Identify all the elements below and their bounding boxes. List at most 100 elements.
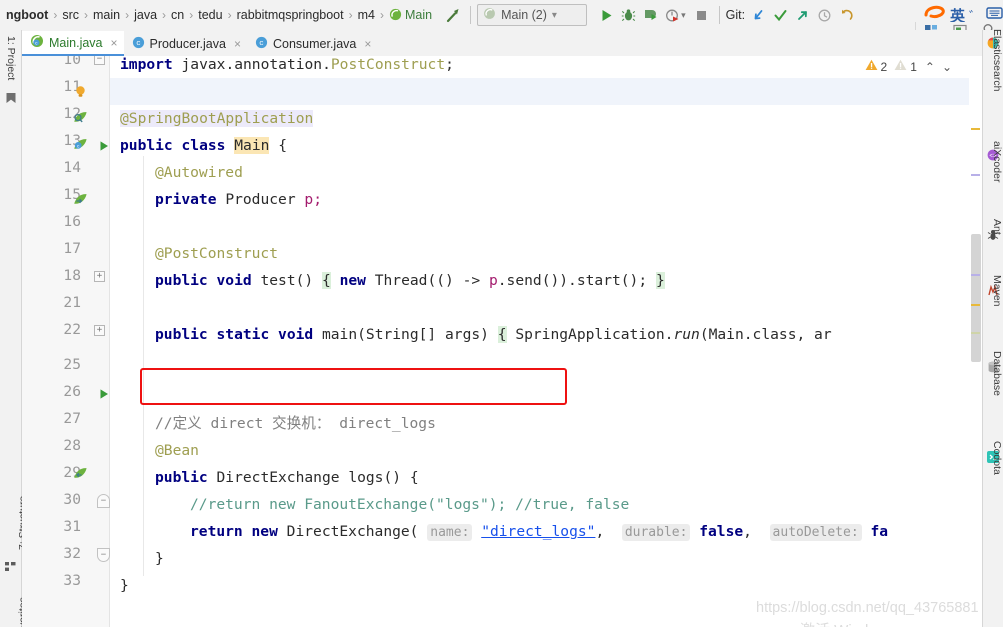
breadcrumb-item-main[interactable]: main <box>89 8 124 22</box>
token-public: public <box>155 469 208 486</box>
tab-consumer-java[interactable]: c Consumer.java × <box>247 31 377 56</box>
token-run-method: run <box>673 326 700 343</box>
chevron-up-icon[interactable]: ⌃ <box>925 60 935 74</box>
git-history-button[interactable] <box>813 4 835 26</box>
svg-text:c: c <box>77 145 80 150</box>
chevron-down-icon[interactable]: ▾ <box>552 10 557 21</box>
git-label: Git: <box>725 8 746 22</box>
git-commit-button[interactable] <box>769 4 791 26</box>
tab-label: Producer.java <box>149 36 226 51</box>
scrollbar-thumb[interactable] <box>971 234 981 362</box>
right-tool-maven[interactable]: Maven <box>991 275 1003 307</box>
editor-scrollbar[interactable] <box>969 56 982 627</box>
right-tool-window-bar: Elasticsearch <> aiXcoder Ant Maven Data… <box>982 29 1003 627</box>
right-tool-elasticsearch[interactable]: Elasticsearch <box>991 29 1003 91</box>
breadcrumb: ngboot › src › main › java › cn › tedu ›… <box>0 0 436 30</box>
token-package: javax.annotation. <box>181 56 331 73</box>
run-with-coverage-button[interactable] <box>639 4 661 26</box>
code-line-13: public class Main { <box>120 132 287 159</box>
spring-bean-method-gutter-icon[interactable] <box>72 466 88 487</box>
token-class-name: Main <box>234 137 270 154</box>
fold-region-end[interactable]: − <box>97 548 110 562</box>
code-editor[interactable]: 10 11 12 13 14 15 16 17 18 21 22 25 26 2… <box>22 56 982 627</box>
intention-bulb-icon[interactable] <box>74 85 87 104</box>
line-number: 21 <box>63 294 81 311</box>
watermark-activate-windows: 激活 Windows <box>800 619 895 627</box>
run-configuration-label: Main (2) <box>501 8 547 22</box>
git-push-button[interactable] <box>791 4 813 26</box>
breadcrumb-item-cn[interactable]: cn <box>167 8 188 22</box>
token-class-close-brace: } <box>120 577 129 594</box>
inspection-status[interactable]: 2 1 ⌃ ⌄ <box>865 59 952 74</box>
breadcrumb-item-rabbitmqspringboot[interactable]: rabbitmqspringboot <box>233 8 348 22</box>
breadcrumb-item-m4[interactable]: m4 <box>354 8 379 22</box>
right-tool-database[interactable]: Database <box>991 351 1003 396</box>
profile-button[interactable] <box>661 4 683 26</box>
code-line-18: public void test() { new Thread(() -> p.… <box>155 267 665 294</box>
code-line-32: } <box>120 572 129 599</box>
line-number: 30 <box>63 491 81 508</box>
code-line-12: @SpringBootApplication <box>120 105 314 132</box>
weak-warning-count: 1 <box>910 59 917 74</box>
tab-main-java[interactable]: c Main.java × <box>22 31 124 56</box>
right-tool-ant[interactable]: Ant <box>991 219 1003 240</box>
editor-gutter[interactable]: 10 11 12 13 14 15 16 17 18 21 22 25 26 2… <box>22 56 110 627</box>
token-new: new <box>339 272 366 289</box>
token-type-producer: Producer <box>225 191 296 208</box>
run-main-gutter-icon[interactable] <box>98 387 110 405</box>
spring-bean-gutter-icon[interactable] <box>72 110 88 131</box>
close-icon[interactable]: × <box>111 36 118 50</box>
spring-config-gutter-icon[interactable]: c <box>72 137 88 158</box>
code-content[interactable]: import javax.annotation.PostConstruct; @… <box>110 56 982 627</box>
scrollbar-marker-info[interactable] <box>971 274 980 276</box>
breadcrumb-item-tedu[interactable]: tedu <box>194 8 226 22</box>
git-rollback-button[interactable] <box>835 4 857 26</box>
line-number: 11 <box>63 78 81 95</box>
editor-tabs: c Main.java × c Producer.java × c Consum… <box>22 30 982 56</box>
run-class-gutter-icon[interactable] <box>98 139 110 157</box>
token-static: static <box>216 326 270 343</box>
spring-autowired-gutter-icon[interactable] <box>72 192 88 213</box>
close-icon[interactable]: × <box>234 37 241 51</box>
run-configuration-selector[interactable]: Main (2) ▾ <box>477 4 588 26</box>
svg-text:c: c <box>136 40 141 48</box>
code-line-14: @Autowired <box>155 159 243 186</box>
stop-button[interactable] <box>691 4 713 26</box>
token-postconstruct: PostConstruct <box>330 56 446 73</box>
close-icon[interactable]: × <box>364 37 371 51</box>
sidebar-item-project[interactable]: 1: Project <box>5 36 17 80</box>
token-return: return <box>190 523 243 540</box>
fold-marker[interactable]: + <box>94 325 105 336</box>
token-brace-open: { <box>497 326 507 343</box>
build-button[interactable] <box>442 4 464 26</box>
chevron-down-icon[interactable]: ⌄ <box>942 60 952 74</box>
breadcrumb-item-src[interactable]: src <box>58 8 83 22</box>
token-main-signature: main(String[] args) <box>321 326 489 343</box>
scrollbar-marker-info[interactable] <box>971 174 980 176</box>
code-line-28: public DirectExchange logs() { <box>155 464 419 491</box>
token-field-p: p; <box>304 191 322 208</box>
scrollbar-marker-weak[interactable] <box>971 332 980 334</box>
chevron-down-icon[interactable]: ▾ <box>681 10 686 21</box>
breadcrumb-item-class[interactable]: Main <box>385 8 436 22</box>
git-update-button[interactable] <box>747 4 769 26</box>
right-tool-aixcoder[interactable]: aiXcoder <box>991 141 1003 182</box>
token-class: class <box>181 137 226 154</box>
token-run-args: (Main.class, ar <box>699 326 832 343</box>
breadcrumb-item-java[interactable]: java <box>130 8 161 22</box>
fold-region-start[interactable]: − <box>97 494 110 508</box>
run-button[interactable] <box>595 4 617 26</box>
scrollbar-marker-warning[interactable] <box>971 304 980 306</box>
breadcrumb-item-project[interactable]: ngboot <box>2 8 52 22</box>
fold-marker[interactable]: − <box>94 56 105 65</box>
structure-icon[interactable] <box>5 560 17 578</box>
fold-marker[interactable]: + <box>94 271 105 282</box>
line-number: 16 <box>63 213 81 230</box>
debug-button[interactable] <box>617 4 639 26</box>
annotation-springbootapplication: @SpringBootApplication <box>120 110 314 127</box>
right-tool-codota[interactable]: Codota <box>991 441 1003 475</box>
tab-producer-java[interactable]: c Producer.java × <box>124 31 247 56</box>
scrollbar-marker-warning[interactable] <box>971 128 980 130</box>
bookmark-icon[interactable] <box>5 92 17 110</box>
line-number: 29 <box>63 464 81 481</box>
